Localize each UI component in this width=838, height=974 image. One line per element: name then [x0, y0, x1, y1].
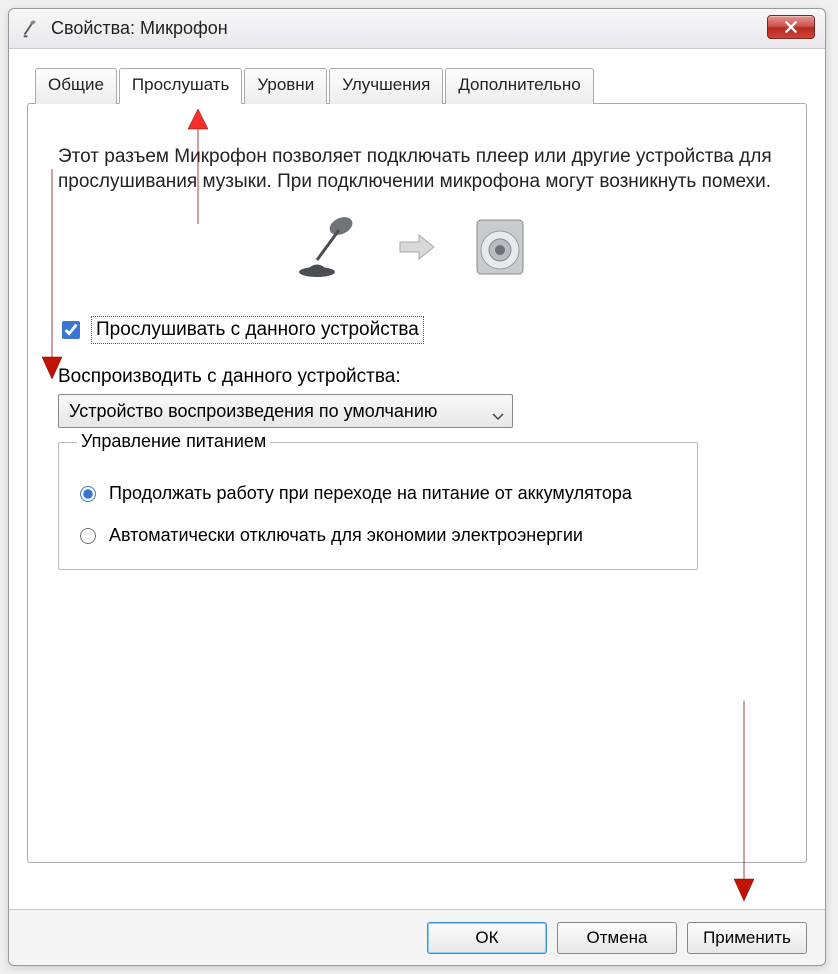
ok-button[interactable]: ОК [427, 922, 547, 954]
radio-continue-label: Продолжать работу при переходе на питани… [109, 482, 632, 505]
speaker-device-icon [465, 212, 535, 282]
radio-continue-row[interactable]: Продолжать работу при переходе на питани… [75, 482, 681, 505]
tab-listen[interactable]: Прослушать [119, 68, 242, 104]
tab-enhancements[interactable]: Улучшения [329, 68, 443, 104]
tabstrip: Общие Прослушать Уровни Улучшения Дополн… [35, 67, 807, 103]
tab-advanced[interactable]: Дополнительно [445, 68, 593, 104]
radio-auto-off-label: Автоматически отключать для экономии эле… [109, 524, 583, 547]
dialog-content: Общие Прослушать Уровни Улучшения Дополн… [9, 49, 825, 909]
close-button[interactable] [767, 15, 815, 39]
tab-levels[interactable]: Уровни [244, 68, 327, 104]
playback-device-selected: Устройство воспроизведения по умолчанию [69, 401, 437, 422]
radio-auto-off[interactable] [80, 528, 96, 544]
device-illustration [58, 212, 776, 282]
tab-general[interactable]: Общие [35, 68, 117, 104]
description-text: Этот разъем Микрофон позволяет подключат… [58, 144, 776, 194]
playback-device-select[interactable]: Устройство воспроизведения по умолчанию [58, 394, 513, 428]
power-management-group: Управление питанием Продолжать работу пр… [58, 442, 698, 570]
window-title: Свойства: Микрофон [51, 18, 228, 39]
titlebar[interactable]: Свойства: Микрофон [9, 9, 825, 49]
close-icon [784, 20, 798, 34]
microphone-icon [19, 17, 43, 41]
button-bar: ОК Отмена Применить [9, 909, 825, 965]
radio-auto-off-row[interactable]: Автоматически отключать для экономии эле… [75, 524, 681, 547]
listen-checkbox-label[interactable]: Прослушивать с данного устройства [91, 316, 424, 344]
microphone-properties-dialog: Свойства: Микрофон Общие Прослушать Уров… [8, 8, 826, 966]
arrow-right-icon [397, 232, 437, 262]
radio-continue[interactable] [80, 486, 96, 502]
tabpanel-listen: Этот разъем Микрофон позволяет подключат… [27, 103, 807, 863]
listen-checkbox[interactable] [62, 321, 80, 339]
microphone-device-icon [299, 212, 369, 282]
cancel-button[interactable]: Отмена [557, 922, 677, 954]
power-management-legend: Управление питанием [77, 431, 270, 452]
chevron-down-icon [492, 405, 504, 426]
apply-button[interactable]: Применить [687, 922, 807, 954]
playback-device-label: Воспроизводить с данного устройства: [58, 366, 776, 388]
listen-checkbox-row: Прослушивать с данного устройства [58, 316, 776, 344]
